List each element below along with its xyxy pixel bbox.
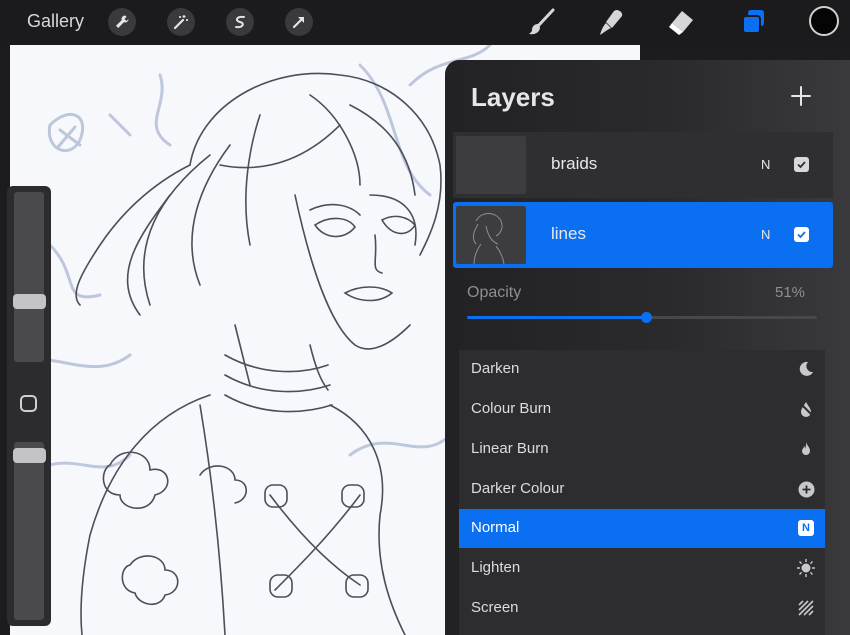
add-layer-button[interactable] [789, 84, 813, 108]
crescent-icon [797, 360, 815, 378]
checkmark-icon [797, 161, 806, 169]
hatched-square-icon [797, 599, 815, 617]
modify-button[interactable] [20, 395, 37, 412]
checkmark-icon [797, 231, 806, 239]
brush-sliders-panel [7, 186, 51, 626]
blend-mode-darker-colour[interactable]: Darker Colour [459, 470, 825, 509]
selection-icon[interactable] [226, 8, 254, 36]
burn-drop-icon [797, 400, 815, 418]
blend-mode-label: Normal [471, 519, 520, 536]
opacity-slider-knob[interactable] [640, 312, 652, 323]
blend-mode-label: Darken [471, 360, 520, 377]
layer-thumbnail-sketch [472, 213, 505, 264]
opacity-slider[interactable] [467, 312, 817, 323]
brush-size-slider[interactable] [14, 192, 44, 362]
blend-mode-darken[interactable]: Darken [459, 350, 825, 389]
blend-mode-screen[interactable]: Screen [459, 589, 825, 628]
blend-mode-lighten[interactable]: Lighten [459, 549, 825, 588]
blend-mode-label: Lighten [471, 559, 521, 576]
transform-arrow-icon[interactable] [285, 8, 313, 36]
blend-mode-label: Darker Colour [471, 480, 565, 497]
opacity-label: Opacity [467, 284, 522, 301]
smudge-icon[interactable] [594, 6, 626, 38]
layer-row-lines[interactable]: lines N [453, 202, 833, 268]
brush-icon[interactable] [525, 6, 557, 38]
blend-mode-label: Linear Burn [471, 440, 549, 457]
blend-mode-linear-burn[interactable]: Linear Burn [459, 430, 825, 469]
sunburst-icon [797, 559, 815, 577]
plus-circle-icon [797, 480, 815, 498]
magic-wand-icon[interactable] [167, 8, 195, 36]
opacity-value: 51% [775, 284, 806, 301]
color-swatch[interactable] [809, 6, 839, 36]
layer-blend-mode-button[interactable]: N [761, 227, 770, 242]
wrench-icon[interactable] [108, 8, 136, 36]
blend-mode-label: Screen [471, 599, 519, 616]
n-badge-letter: N [802, 522, 810, 534]
layer-row-braids[interactable]: braids N [453, 132, 833, 198]
blend-mode-list: Darken Colour Burn Linear Burn Darker Co… [459, 350, 825, 635]
flame-icon [797, 440, 815, 458]
layers-icon[interactable] [738, 6, 770, 38]
blend-mode-colour-burn[interactable]: Colour Burn [459, 390, 825, 429]
panel-title: Layers [471, 82, 555, 112]
layer-visibility-checkbox[interactable] [794, 227, 809, 242]
brush-size-thumb[interactable] [13, 294, 46, 309]
blend-mode-normal[interactable]: Normal N [459, 509, 825, 548]
n-badge-icon: N [797, 519, 815, 537]
gallery-button[interactable]: Gallery [27, 11, 84, 32]
layer-blend-mode-button[interactable]: N [761, 157, 770, 172]
top-toolbar: Gallery [0, 0, 850, 45]
plus-icon [791, 86, 811, 106]
opacity-slider-fill [467, 316, 646, 319]
layer-visibility-checkbox[interactable] [794, 157, 809, 172]
eraser-icon[interactable] [664, 6, 696, 38]
layer-name: lines [551, 224, 586, 243]
brush-opacity-slider[interactable] [14, 442, 44, 620]
layer-name: braids [551, 154, 598, 173]
brush-opacity-thumb[interactable] [13, 448, 46, 463]
layers-panel: Layers braids N lines N Opacity 51% Dark… [445, 60, 850, 635]
blend-mode-label: Colour Burn [471, 400, 552, 417]
layer-thumbnail [456, 206, 526, 264]
layer-thumbnail [456, 136, 526, 194]
